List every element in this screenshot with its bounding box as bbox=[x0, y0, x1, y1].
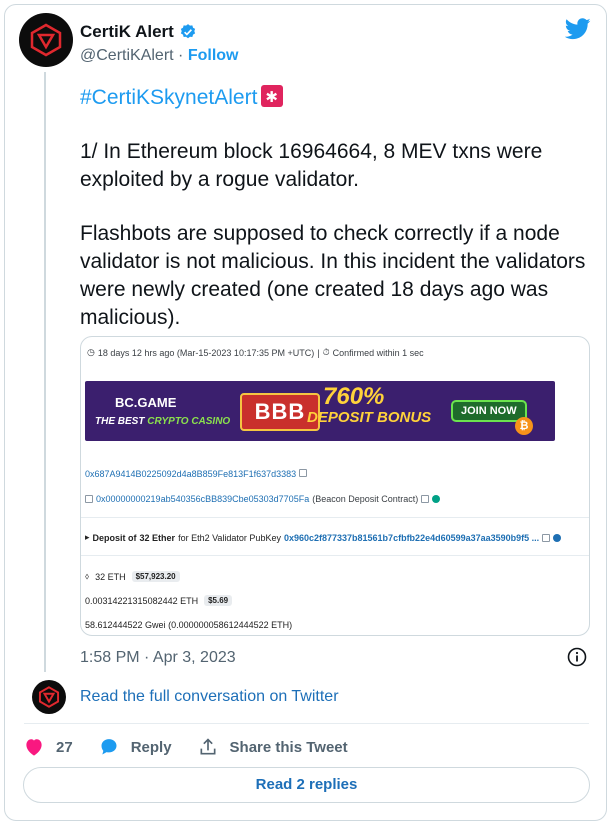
value-row: ⬨ 32 ETH $57,923.20 bbox=[85, 571, 180, 582]
reply-label: Reply bbox=[130, 738, 172, 756]
deposit-row: ▸ Deposit of 32 Ether for Eth2 Validator… bbox=[85, 532, 562, 543]
banner-bonus: DEPOSIT BONUS bbox=[307, 409, 432, 426]
certik-logo-icon bbox=[38, 686, 60, 708]
validator-pubkey: 0x960c2f877337b81561b7cfbfb22e4d60599a37… bbox=[283, 532, 540, 543]
tweet-timestamp[interactable]: 1:58 PM · Apr 3, 2023 bbox=[80, 649, 236, 667]
author-handle[interactable]: @CertiKAlert bbox=[80, 47, 174, 64]
value-usd: $57,923.20 bbox=[131, 571, 180, 582]
tweet-paragraph-1: 1/ In Ethereum block 16964664, 8 MEV txn… bbox=[80, 140, 543, 191]
reply-action[interactable]: Reply bbox=[99, 737, 172, 757]
handle-separator: · bbox=[178, 47, 184, 64]
tx-time: 18 days 12 hrs ago (Mar-15-2023 10:17:35… bbox=[97, 347, 315, 358]
like-count: 27 bbox=[56, 738, 73, 756]
reply-bubble-icon bbox=[101, 739, 117, 755]
share-icon bbox=[200, 738, 216, 755]
tweet-paragraph-2: Flashbots are supposed to check correctl… bbox=[80, 222, 586, 329]
read-replies-button[interactable]: Read 2 replies bbox=[23, 767, 590, 803]
banner-subtitle: THE BEST CRYPTO CASINO bbox=[95, 416, 231, 427]
contract-icon bbox=[85, 495, 93, 503]
tweet-actions: 27 Reply Share this Tweet bbox=[24, 735, 374, 759]
to-address-row: 0x00000000219ab540356cBB839Cbe05303d7705… bbox=[85, 494, 441, 504]
to-address: 0x00000000219ab540356cBB839Cbe05303d7705… bbox=[96, 494, 310, 504]
deposit-prefix: Deposit of bbox=[92, 532, 137, 543]
fee-eth: 0.00314221315082442 ETH bbox=[85, 595, 199, 606]
conversation-avatar[interactable] bbox=[32, 680, 66, 714]
value-eth: 32 ETH bbox=[95, 571, 126, 582]
like-action[interactable]: 27 bbox=[24, 738, 73, 756]
actions-divider bbox=[24, 723, 589, 724]
tweet-body: #CertiKSkynetAlert 1/ In Ethereum block … bbox=[80, 84, 590, 358]
bitcoin-coin-icon: ₿ bbox=[515, 417, 533, 435]
clock-icon: ◷ bbox=[87, 347, 95, 357]
certik-logo-icon bbox=[30, 23, 62, 57]
tx-time-row: ◷ 18 days 12 hrs ago (Mar-15-2023 10:17:… bbox=[87, 347, 424, 358]
banner-logo: BC.GAME bbox=[115, 395, 177, 410]
verified-check-icon bbox=[432, 495, 441, 503]
share-action[interactable]: Share this Tweet bbox=[198, 737, 348, 757]
author-name-row: CertiK Alert bbox=[80, 22, 197, 42]
verified-badge-icon bbox=[180, 24, 195, 39]
banner-percent: 760% bbox=[323, 383, 385, 410]
read-full-conversation-link[interactable]: Read the full conversation on Twitter bbox=[80, 688, 339, 706]
deposit-middle: for Eth2 Validator PubKey bbox=[178, 532, 281, 543]
twitter-bird-icon[interactable] bbox=[565, 18, 591, 40]
follow-link[interactable]: Follow bbox=[188, 47, 239, 64]
external-link-icon bbox=[542, 533, 551, 542]
tweet-media-image[interactable]: ◷ 18 days 12 hrs ago (Mar-15-2023 10:17:… bbox=[80, 336, 590, 636]
copy-icon bbox=[421, 495, 430, 503]
from-address: 0x687A9414B0225092d4a8B859Fe813F1f637d33… bbox=[85, 469, 297, 479]
siren-emoji-icon bbox=[261, 84, 284, 112]
tx-confirmed: Confirmed within 1 sec bbox=[332, 347, 424, 358]
media-divider bbox=[81, 555, 589, 556]
caret-right-icon: ▸ bbox=[85, 532, 90, 542]
divider-bar: | bbox=[317, 347, 320, 358]
copy-icon bbox=[298, 469, 307, 477]
from-address-row: 0x687A9414B0225092d4a8B859Fe813F1f637d33… bbox=[85, 469, 307, 479]
timer-icon: ⏱ bbox=[322, 347, 330, 357]
deposit-amount: 32 Ether bbox=[139, 532, 176, 543]
to-address-label: (Beacon Deposit Contract) bbox=[312, 494, 419, 504]
author-display-name[interactable]: CertiK Alert bbox=[80, 22, 174, 42]
share-label: Share this Tweet bbox=[229, 738, 348, 756]
thread-line bbox=[44, 72, 46, 672]
hashtag-link[interactable]: #CertiKSkynetAlert bbox=[80, 86, 257, 109]
eth-icon: ⬨ bbox=[85, 571, 90, 581]
banner-join-button: JOIN NOW bbox=[451, 400, 527, 422]
author-handle-row: @CertiKAlert · Follow bbox=[80, 47, 238, 65]
info-icon[interactable] bbox=[567, 647, 587, 667]
gas-price: 58.612444522 Gwei (0.000000058612444522 … bbox=[85, 620, 293, 630]
fee-usd: $5.69 bbox=[204, 595, 233, 606]
fee-row: 0.00314221315082442 ETH $5.69 bbox=[85, 595, 233, 606]
media-divider bbox=[81, 517, 589, 518]
heart-icon bbox=[26, 739, 42, 756]
blue-check-icon bbox=[553, 533, 562, 542]
ad-banner: BC.GAME THE BEST CRYPTO CASINO BBB 760% … bbox=[85, 381, 555, 441]
author-avatar[interactable] bbox=[19, 13, 73, 67]
